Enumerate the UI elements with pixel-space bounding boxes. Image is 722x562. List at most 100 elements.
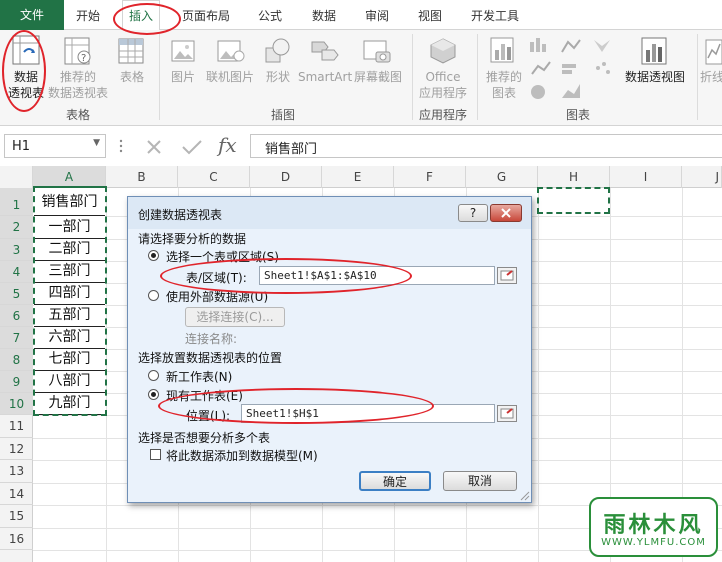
connection-name-label: 连接名称: [185, 332, 238, 346]
ok-button[interactable]: 确定 [359, 471, 431, 491]
row-header[interactable]: 13 [0, 460, 33, 483]
radio-existing-worksheet[interactable] [148, 389, 159, 400]
tab-developer[interactable]: 开发工具 [471, 7, 519, 24]
ribbon-separator [159, 34, 160, 120]
group-illustrations-label: 插图 [271, 108, 296, 122]
active-cell-h1[interactable] [537, 187, 610, 214]
smartart-icon [311, 41, 339, 61]
row-header[interactable]: 9 [0, 371, 33, 393]
row-header[interactable]: 6 [0, 305, 33, 327]
column-header-J[interactable]: J [682, 166, 722, 188]
ribbon-separator [477, 34, 478, 120]
column-header-row: A B C D E F G H I J [0, 166, 722, 188]
row-header[interactable]: 2 [0, 216, 33, 239]
radio-new-worksheet[interactable] [148, 370, 159, 381]
chart-types-grid[interactable] [528, 36, 616, 100]
watermark-logo: 雨林木风 WWW.YLMFU.COM [589, 497, 718, 557]
office-apps-label-1: Office [425, 70, 461, 84]
row-header[interactable]: 4 [0, 261, 33, 283]
office-store-icon [430, 38, 456, 64]
pivot-chart-label: 数据透视图 [624, 70, 685, 84]
section-location-heading: 选择放置数据透视表的位置 [138, 351, 283, 365]
cancel-x-icon[interactable] [144, 137, 164, 157]
collapse-dialog-range-button[interactable] [497, 267, 517, 284]
ribbon: 数据 透视表 ? 推荐的 数据透视表 表格 表格 图片 联机图片 形状 Smar… [0, 30, 722, 126]
sparkline-label: 折线 [699, 70, 722, 84]
recommended-pivot-label-2: 数据透视表 [47, 86, 108, 100]
tab-review[interactable]: 审阅 [365, 7, 389, 24]
tab-file[interactable]: 文件 [0, 0, 64, 30]
close-button[interactable] [490, 204, 522, 222]
online-picture-icon [217, 40, 245, 62]
shapes-label: 形状 [265, 70, 290, 84]
dialog-title-bar: 创建数据透视表 ? [128, 197, 531, 229]
chevron-down-icon[interactable]: ▼ [93, 138, 100, 148]
cancel-button[interactable]: 取消 [443, 471, 517, 491]
tab-page-layout[interactable]: 页面布局 [182, 7, 230, 24]
section-data-heading: 请选择要分析的数据 [138, 232, 247, 246]
section-multiple-tables-heading: 选择是否想要分析多个表 [138, 431, 271, 445]
ribbon-separator [412, 34, 413, 120]
radio-new-worksheet-label[interactable]: 新工作表(N) [166, 368, 232, 385]
column-header-I[interactable]: I [610, 166, 682, 188]
annotation-insert-tab [113, 3, 181, 35]
help-button[interactable]: ? [458, 204, 488, 222]
collapse-dialog-icon [500, 408, 514, 419]
formula-content: 销售部门 [265, 142, 318, 157]
row-header[interactable]: 3 [0, 239, 33, 261]
column-header-B[interactable]: B [106, 166, 178, 188]
column-header-F[interactable]: F [394, 166, 466, 188]
column-header-C[interactable]: C [178, 166, 250, 188]
row-header[interactable]: 1 [0, 188, 33, 216]
recommended-charts-label-2: 图表 [491, 86, 516, 100]
column-header-A[interactable]: A [33, 166, 106, 188]
sparkline-icon [705, 39, 722, 65]
resize-grip-icon[interactable] [518, 489, 530, 501]
tab-formulas[interactable]: 公式 [258, 7, 282, 24]
picture-label: 图片 [170, 70, 195, 84]
tab-view[interactable]: 视图 [418, 7, 442, 24]
add-to-data-model-checkbox[interactable] [150, 449, 161, 460]
add-to-data-model-label[interactable]: 将此数据添加到数据模型(M) [166, 447, 318, 464]
row-header[interactable]: 5 [0, 283, 33, 305]
annotation-location [158, 388, 434, 424]
formula-bar-grip-icon[interactable] [117, 138, 125, 154]
close-icon [501, 208, 511, 218]
column-header-E[interactable]: E [322, 166, 394, 188]
name-box[interactable]: H1 ▼ [4, 134, 106, 158]
row-header[interactable]: 11 [0, 415, 33, 438]
confirm-check-icon[interactable] [180, 137, 204, 157]
annotation-range [160, 258, 412, 294]
row-header[interactable]: 16 [0, 528, 33, 550]
screenshot-icon [363, 40, 391, 63]
choose-connection-button[interactable]: 选择连接(C)... [185, 307, 285, 327]
selection-range-border [33, 186, 107, 416]
group-charts-label: 图表 [566, 108, 591, 122]
row-header[interactable]: 10 [0, 393, 33, 415]
tab-data[interactable]: 数据 [312, 7, 336, 24]
radio-external-source[interactable] [148, 290, 159, 301]
recommended-pivot-icon: ? [64, 37, 91, 65]
picture-icon [171, 40, 195, 62]
recommended-pivot-label-1: 推荐的 [59, 70, 96, 84]
row-header[interactable]: 14 [0, 483, 33, 505]
column-header-D[interactable]: D [250, 166, 322, 188]
row-header[interactable]: 7 [0, 327, 33, 349]
row-header-column: 1 2 3 4 5 6 7 8 9 10 11 12 13 14 15 16 [0, 188, 33, 562]
row-header[interactable]: 15 [0, 505, 33, 528]
select-all-corner[interactable] [0, 166, 33, 188]
formula-input[interactable]: 销售部门 [250, 134, 722, 158]
ribbon-tab-bar: 文件 开始 插入 页面布局 公式 数据 审阅 视图 开发工具 [0, 0, 722, 31]
column-header-H[interactable]: H [538, 166, 610, 188]
group-tables-label: 表格 [66, 108, 91, 122]
row-header[interactable]: 12 [0, 438, 33, 460]
function-fx-icon[interactable]: fx [218, 133, 237, 157]
table-label: 表格 [119, 70, 144, 84]
column-header-G[interactable]: G [466, 166, 538, 188]
collapse-dialog-location-button[interactable] [497, 405, 517, 422]
radio-select-range[interactable] [148, 250, 159, 261]
row-header[interactable]: 8 [0, 349, 33, 371]
tab-home[interactable]: 开始 [76, 7, 100, 24]
group-apps-label: 应用程序 [419, 108, 468, 122]
table-icon [118, 38, 144, 64]
